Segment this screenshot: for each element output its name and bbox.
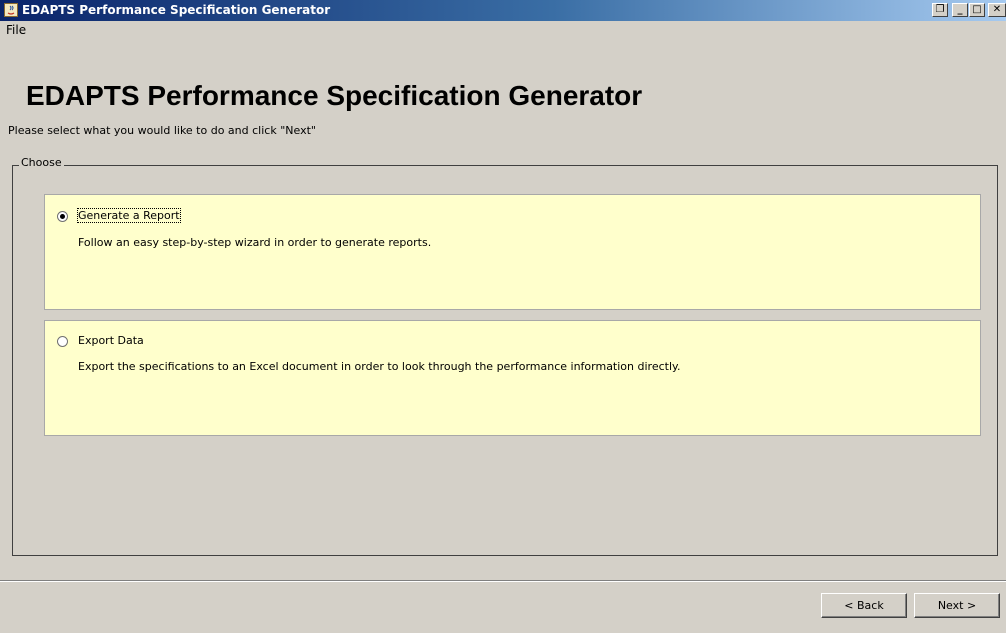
- export-data-radio[interactable]: [57, 336, 68, 347]
- restore-icon[interactable]: ❐: [932, 3, 948, 17]
- title-bar[interactable]: EDAPTS Performance Specification Generat…: [0, 0, 1006, 21]
- java-app-icon: [4, 3, 18, 17]
- option-panel-generate-report[interactable]: [44, 194, 981, 310]
- radio-selected-dot: [60, 214, 65, 219]
- generate-report-label[interactable]: Generate a Report: [77, 208, 181, 223]
- maximize-icon[interactable]: □: [969, 3, 985, 17]
- generate-report-radio[interactable]: [57, 211, 68, 222]
- close-icon[interactable]: ✕: [988, 3, 1006, 17]
- page-title: EDAPTS Performance Specification Generat…: [26, 80, 643, 111]
- menu-file[interactable]: File: [3, 23, 29, 37]
- menu-bar: File: [0, 21, 1006, 40]
- option-panel-export-data[interactable]: [44, 320, 981, 436]
- instructions-text: Please select what you would like to do …: [8, 124, 316, 137]
- back-button[interactable]: < Back: [821, 593, 907, 618]
- export-data-label[interactable]: Export Data: [78, 334, 144, 347]
- window-title: EDAPTS Performance Specification Generat…: [22, 3, 331, 17]
- next-button[interactable]: Next >: [914, 593, 1000, 618]
- minimize-icon[interactable]: _: [952, 3, 968, 17]
- footer-separator: [0, 580, 1006, 582]
- generate-report-description: Follow an easy step-by-step wizard in or…: [78, 236, 432, 249]
- choose-group-label: Choose: [19, 156, 64, 169]
- export-data-description: Export the specifications to an Excel do…: [78, 360, 681, 373]
